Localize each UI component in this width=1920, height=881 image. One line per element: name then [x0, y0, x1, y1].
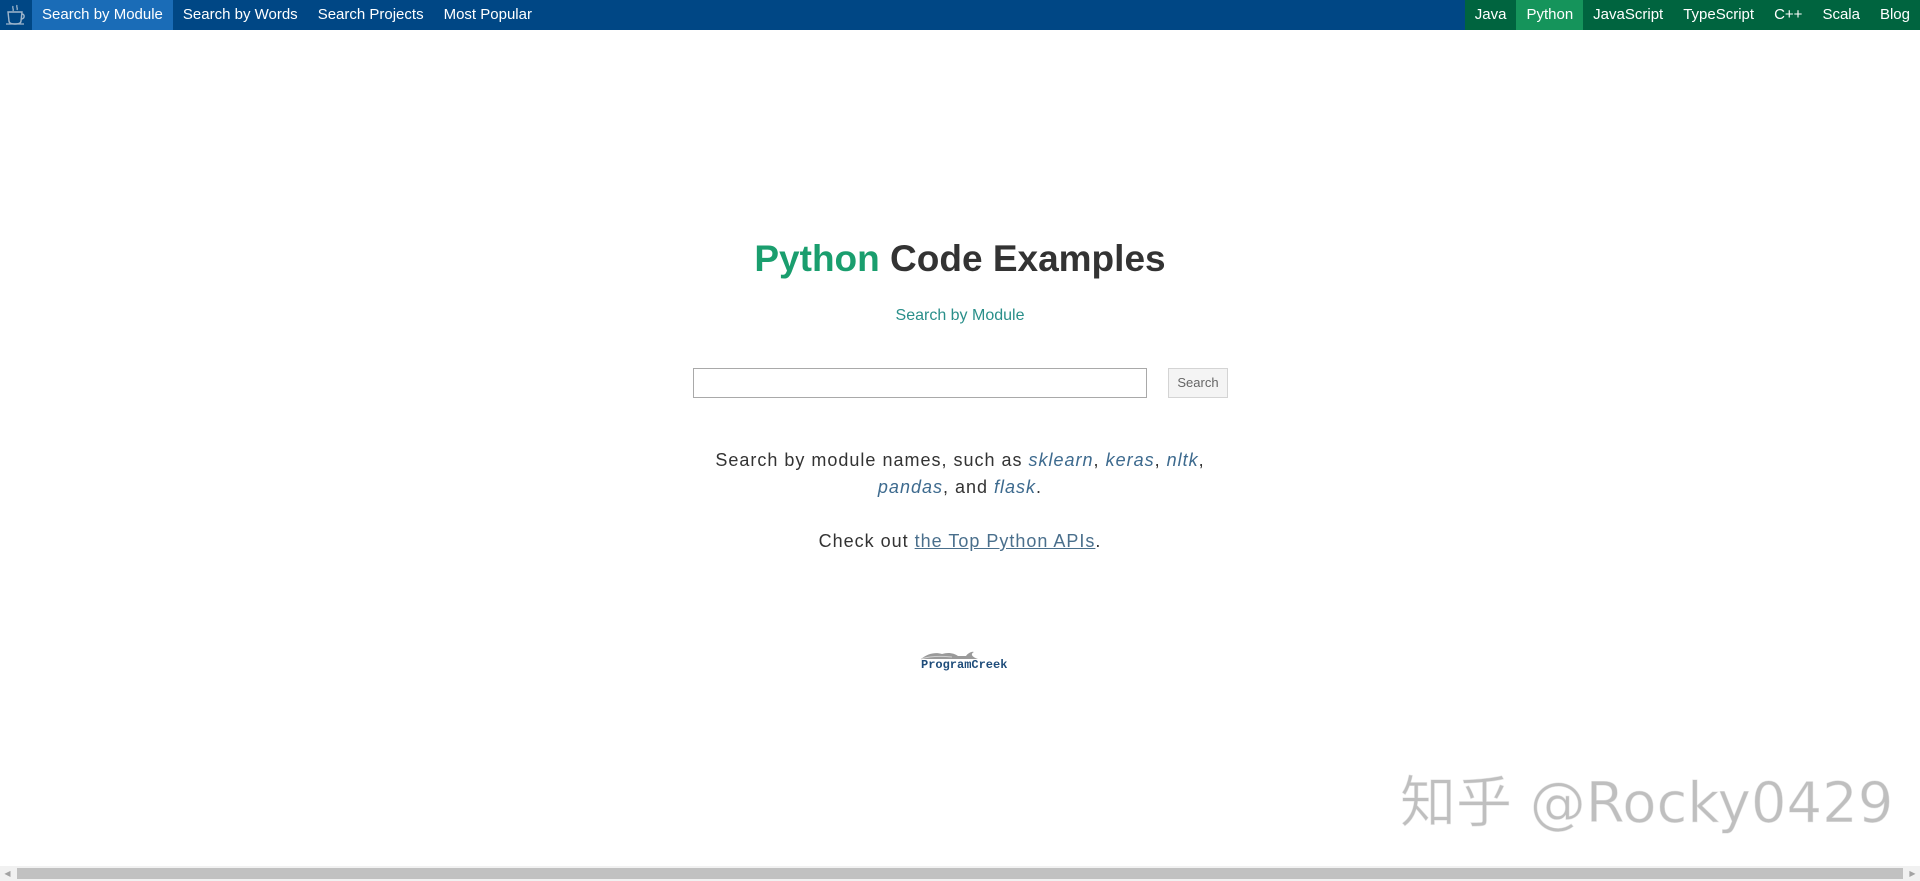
desc-prefix: Search by module names, such as — [715, 450, 1029, 470]
nav-search-by-words[interactable]: Search by Words — [173, 0, 308, 30]
check-prefix: Check out — [818, 531, 915, 551]
language-nav: Java Python JavaScript TypeScript C++ Sc… — [1464, 0, 1920, 30]
desc-sep: , — [1198, 450, 1205, 470]
search-form: Search — [693, 367, 1228, 398]
check-suffix: . — [1095, 531, 1102, 551]
top-apis-text: Check out the Top Python APIs. — [0, 531, 1920, 552]
scroll-left-arrow-icon[interactable]: ◀ — [0, 866, 15, 881]
programcreek-logo-text: ProgramCreek — [921, 658, 1008, 672]
main-nav: Search by Module Search by Words Search … — [32, 0, 542, 30]
title-rest: Code Examples — [879, 238, 1166, 279]
module-examples-text: Search by module names, such as sklearn,… — [0, 447, 1920, 501]
scrollbar-thumb[interactable] — [17, 868, 1903, 879]
module-link-sklearn[interactable]: sklearn — [1029, 450, 1094, 470]
lang-python[interactable]: Python — [1516, 0, 1584, 30]
site-logo[interactable] — [0, 0, 32, 30]
programcreek-logo[interactable]: ProgramCreek — [918, 645, 1022, 675]
nav-blog[interactable]: Blog — [1870, 0, 1920, 30]
title-language: Python — [754, 238, 880, 279]
nav-search-projects[interactable]: Search Projects — [308, 0, 434, 30]
lang-javascript[interactable]: JavaScript — [1583, 0, 1673, 30]
zhihu-watermark: 知乎 @Rocky0429 — [1399, 771, 1894, 837]
desc-suffix: . — [1036, 477, 1043, 497]
lang-typescript[interactable]: TypeScript — [1673, 0, 1764, 30]
nav-most-popular[interactable]: Most Popular — [434, 0, 542, 30]
search-button[interactable]: Search — [1168, 367, 1228, 398]
scroll-right-arrow-icon[interactable]: ▶ — [1905, 866, 1920, 881]
lang-cpp[interactable]: C++ — [1764, 0, 1812, 30]
page-subtitle: Search by Module — [895, 307, 1025, 324]
top-python-apis-link[interactable]: the Top Python APIs — [915, 531, 1096, 551]
lang-java[interactable]: Java — [1465, 0, 1517, 30]
lang-scala[interactable]: Scala — [1812, 0, 1870, 30]
horizontal-scrollbar[interactable]: ◀ ▶ — [0, 866, 1920, 881]
module-link-keras[interactable]: keras — [1106, 450, 1155, 470]
module-link-flask[interactable]: flask — [994, 477, 1036, 497]
desc-sep: , and — [942, 477, 995, 497]
page-title: Python Code Examples — [0, 238, 1920, 280]
search-input[interactable] — [693, 367, 1147, 398]
module-link-pandas[interactable]: pandas — [878, 477, 943, 497]
top-nav-bar: Search by Module Search by Words Search … — [0, 0, 1920, 30]
module-link-nltk[interactable]: nltk — [1167, 450, 1199, 470]
desc-sep: , — [1093, 450, 1106, 470]
nav-search-by-module[interactable]: Search by Module — [32, 0, 173, 30]
desc-sep: , — [1154, 450, 1167, 470]
coffee-cup-icon — [6, 4, 25, 25]
